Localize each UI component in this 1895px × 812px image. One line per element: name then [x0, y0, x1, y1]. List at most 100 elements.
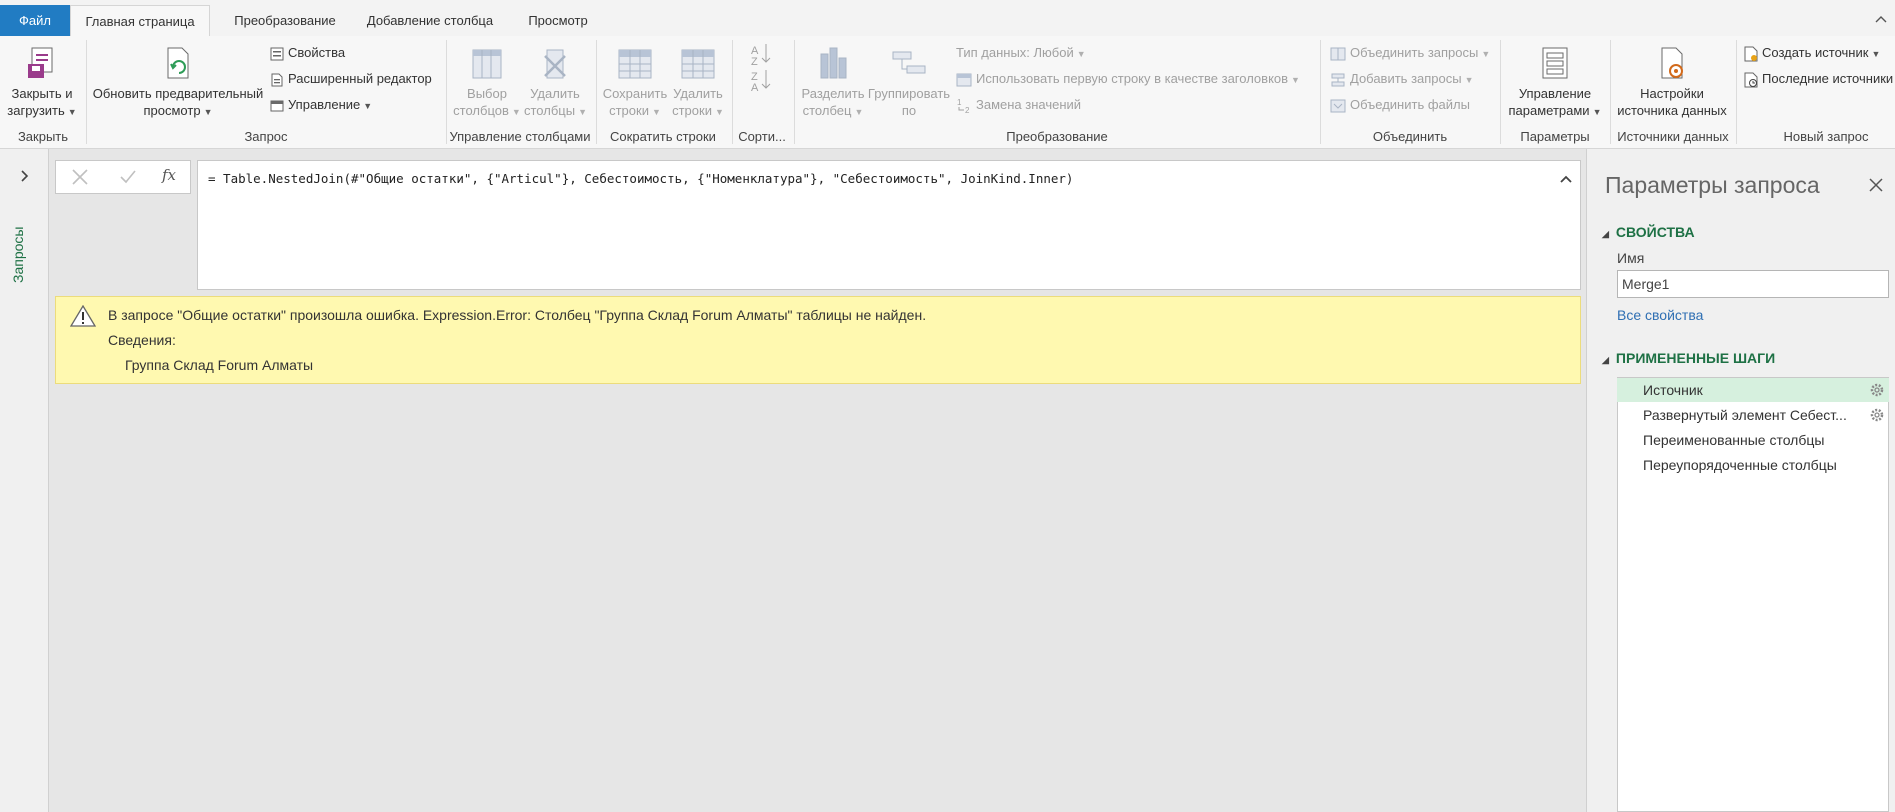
first-row-headers-label: Использовать первую строку в качестве за… — [976, 71, 1289, 86]
all-properties-link[interactable]: Все свойства — [1617, 307, 1703, 323]
group-label-reduce-rows: Сократить строки — [610, 129, 716, 144]
combine-files-icon — [1330, 99, 1346, 113]
tab-transform[interactable]: Преобразование — [210, 5, 360, 36]
chevron-down-icon: ▼ — [1481, 49, 1491, 59]
use-first-row-headers-button[interactable]: Использовать первую строку в качестве за… — [956, 69, 1300, 89]
tab-home[interactable]: Главная страница — [70, 5, 210, 36]
applied-step-label: Переупорядоченные столбцы — [1643, 457, 1837, 473]
manage-label: Управление — [288, 97, 361, 112]
chevron-down-icon: ▼ — [578, 107, 587, 117]
merge-queries-icon — [1330, 47, 1346, 61]
remove-rows-button[interactable]: Удалить строки ▼ — [670, 40, 726, 121]
name-label: Имя — [1617, 250, 1645, 266]
append-queries-icon — [1331, 73, 1345, 87]
properties-button[interactable]: Свойства — [270, 43, 345, 63]
data-source-settings-button[interactable]: Настройки источника данных — [1614, 40, 1730, 119]
cancel-formula-icon[interactable] — [70, 168, 90, 186]
tab-add-column[interactable]: Добавление столбца — [360, 5, 500, 36]
refresh-preview-label-2: просмотр — [143, 103, 201, 118]
applied-step-renamed-columns[interactable]: Переименованные столбцы — [1617, 428, 1889, 452]
append-queries-label: Добавить запросы — [1350, 71, 1462, 86]
confirm-formula-icon[interactable] — [118, 168, 138, 186]
formula-text[interactable]: = Table.NestedJoin(#"Общие остатки", {"A… — [208, 171, 1073, 186]
chevron-down-icon: ▼ — [511, 107, 521, 117]
query-name-input[interactable] — [1617, 270, 1889, 298]
refresh-preview-icon — [167, 47, 189, 79]
keep-rows-label-2: строки — [609, 103, 649, 118]
new-source-button[interactable]: Создать источник ▼ — [1744, 43, 1880, 63]
keep-rows-label-1: Сохранить — [602, 86, 668, 101]
remove-rows-icon — [681, 49, 715, 79]
recent-sources-button[interactable]: Последние источники — [1744, 69, 1893, 89]
applied-step-label: Источник — [1643, 382, 1703, 398]
applied-steps-section-header[interactable]: ◢ ПРИМЕНЕННЫЕ ШАГИ — [1602, 350, 1775, 366]
keep-rows-button[interactable]: Сохранить строки ▼ — [600, 40, 670, 121]
data-source-settings-label-1: Настройки — [1640, 86, 1704, 101]
svg-text:A: A — [751, 82, 759, 92]
close-and-load-label-2: загрузить — [7, 103, 65, 118]
fx-icon[interactable]: fx — [162, 166, 176, 184]
remove-columns-icon — [544, 49, 566, 79]
data-type-dropdown[interactable]: Тип данных: Любой ▼ — [956, 43, 1086, 63]
new-source-label: Создать источник — [1762, 45, 1869, 60]
remove-columns-button[interactable]: Удалить столбцы ▼ — [524, 40, 587, 121]
collapse-formula-icon[interactable] — [1557, 170, 1575, 188]
gear-icon[interactable] — [1869, 382, 1885, 398]
group-by-label-1: Группировать — [867, 86, 951, 101]
applied-step-expanded[interactable]: Развернутый элемент Себест... — [1617, 403, 1889, 427]
group-label-sort: Сорти... — [738, 129, 786, 144]
chevron-down-icon: ▼ — [363, 101, 373, 111]
merge-queries-button[interactable]: Объединить запросы ▼ — [1330, 43, 1490, 63]
tab-view[interactable]: Просмотр — [508, 5, 608, 36]
group-label-new-query: Новый запрос — [1783, 129, 1869, 144]
append-queries-button[interactable]: Добавить запросы ▼ — [1330, 69, 1474, 89]
split-column-button[interactable]: Разделить столбец ▼ — [798, 40, 868, 121]
chevron-down-icon: ▼ — [1076, 49, 1086, 59]
group-by-icon — [892, 51, 926, 74]
queries-pane-label[interactable]: Запросы — [10, 220, 40, 290]
chevron-down-icon: ▼ — [1592, 107, 1602, 117]
group-label-manage-columns: Управление столбцами — [449, 129, 591, 144]
group-by-button[interactable]: Группировать по — [866, 40, 952, 119]
applied-step-reordered-columns[interactable]: Переупорядоченные столбцы — [1617, 453, 1889, 477]
group-label-query: Запрос — [244, 129, 288, 144]
properties-section-header[interactable]: ◢ СВОЙСТВА — [1602, 224, 1695, 240]
close-icon[interactable] — [1868, 177, 1884, 193]
sort-ascending-icon[interactable]: AZZA — [748, 40, 776, 92]
group-label-parameters: Параметры — [1520, 129, 1590, 144]
close-and-load-button[interactable]: Закрыть и загрузить ▼ — [2, 40, 82, 121]
collapse-triangle-icon: ◢ — [1602, 229, 1609, 239]
manage-parameters-button[interactable]: Управление параметрами ▼ — [1504, 40, 1606, 121]
chevron-down-icon: ▼ — [1464, 75, 1474, 85]
properties-section-label: СВОЙСТВА — [1615, 224, 1695, 240]
remove-columns-label-2: столбцы — [524, 103, 576, 118]
recent-sources-icon — [1744, 72, 1758, 88]
replace-values-icon: 12 — [957, 98, 970, 115]
new-source-icon — [1744, 46, 1758, 62]
applied-step-label: Переименованные столбцы — [1643, 432, 1825, 448]
collapse-triangle-icon: ◢ — [1602, 355, 1609, 365]
tab-file[interactable]: Файл — [0, 5, 70, 36]
advanced-editor-button[interactable]: Расширенный редактор — [270, 69, 432, 89]
recent-sources-label: Последние источники — [1762, 71, 1894, 86]
chevron-down-icon: ▼ — [1871, 49, 1881, 59]
choose-columns-icon — [472, 49, 502, 79]
replace-values-label: Замена значений — [976, 97, 1082, 112]
refresh-preview-button[interactable]: Обновить предварительный просмотр ▼ — [90, 40, 266, 121]
applied-step-source[interactable]: Источник — [1617, 378, 1889, 402]
group-by-label-2: по — [901, 103, 917, 118]
choose-columns-button[interactable]: Выбор столбцов ▼ — [450, 40, 524, 121]
remove-rows-label-1: Удалить — [673, 86, 723, 101]
gear-icon[interactable] — [1869, 407, 1885, 423]
replace-values-button[interactable]: 1 2 Замена значений — [956, 95, 1081, 115]
warning-icon — [70, 305, 96, 327]
combine-files-button[interactable]: Объединить файлы — [1330, 95, 1470, 115]
group-label-combine: Объединить — [1372, 129, 1448, 144]
chevron-down-icon: ▼ — [714, 107, 724, 117]
collapse-ribbon-icon[interactable] — [1872, 10, 1890, 28]
manage-parameters-label-2: параметрами — [1508, 103, 1590, 118]
expand-queries-icon[interactable] — [14, 166, 34, 186]
remove-columns-label-1: Удалить — [530, 86, 580, 101]
manage-button[interactable]: Управление ▼ — [270, 95, 372, 115]
error-message: В запросе "Общие остатки" произошла ошиб… — [108, 307, 927, 323]
